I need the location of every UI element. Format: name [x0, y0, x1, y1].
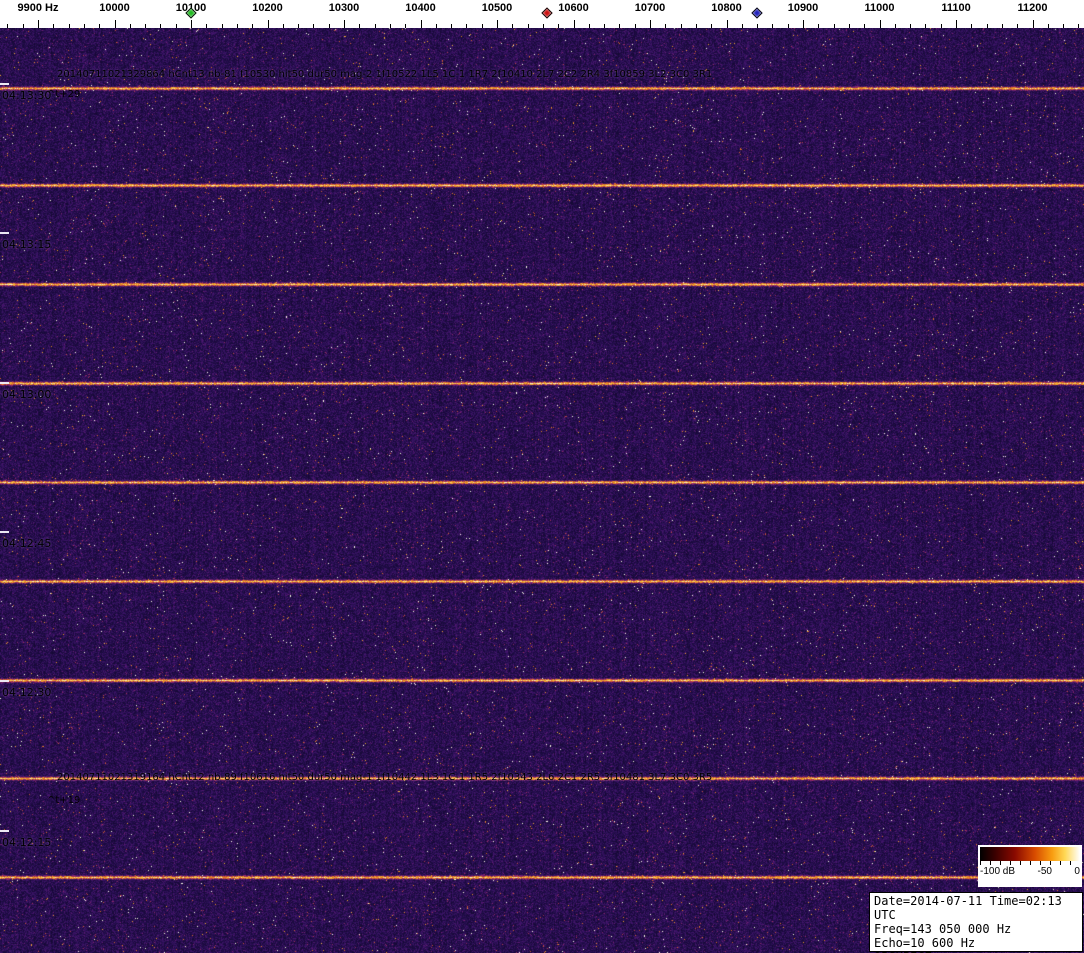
axis-minor-tick [374, 24, 376, 28]
axis-minor-tick [145, 24, 147, 28]
axis-minor-tick [160, 24, 162, 28]
axis-minor-tick [252, 24, 254, 28]
axis-major-tick [956, 20, 957, 28]
axis-minor-tick [512, 24, 514, 28]
axis-tick-label: 10200 [252, 2, 283, 14]
axis-tick-label: 11200 [1017, 2, 1048, 14]
axis-minor-tick [588, 24, 590, 28]
axis-minor-tick [1001, 24, 1003, 28]
axis-minor-tick [359, 24, 361, 28]
axis-major-tick [879, 20, 881, 28]
marker-blue-diamond[interactable] [751, 7, 763, 19]
axis-minor-tick [7, 24, 9, 28]
spectrogram-canvas [0, 28, 1084, 953]
axis-minor-tick [741, 24, 743, 28]
frequency-axis: 9900 Hz100001010010200103001040010500106… [0, 0, 1084, 28]
axis-minor-tick [787, 24, 789, 28]
axis-major-tick [803, 20, 804, 28]
axis-major-tick [267, 20, 269, 28]
axis-minor-tick [848, 24, 850, 28]
axis-minor-tick [910, 24, 912, 28]
axis-minor-tick [68, 24, 70, 28]
axis-minor-tick [542, 24, 544, 28]
axis-minor-tick [405, 24, 407, 28]
axis-minor-tick [665, 24, 667, 28]
axis-minor-tick [757, 24, 759, 28]
axis-minor-tick [894, 24, 896, 28]
axis-minor-tick [175, 24, 177, 28]
axis-minor-tick [129, 24, 131, 28]
axis-minor-tick [925, 24, 927, 28]
axis-minor-tick [236, 24, 238, 28]
axis-minor-tick [313, 24, 315, 28]
axis-minor-tick [451, 24, 453, 28]
axis-minor-tick [328, 24, 330, 28]
axis-minor-tick [53, 24, 55, 28]
axis-minor-tick [833, 24, 835, 28]
axis-tick-label: 11100 [941, 2, 971, 14]
axis-minor-tick [772, 24, 774, 28]
axis-minor-tick [986, 24, 988, 28]
axis-minor-tick [711, 24, 713, 28]
axis-minor-tick [435, 24, 437, 28]
axis-tick-label: 9900 Hz [17, 2, 59, 14]
axis-minor-tick [466, 24, 468, 28]
axis-tick-label: 10900 [787, 2, 819, 14]
axis-minor-tick [558, 24, 560, 28]
axis-tick-label: 10400 [405, 2, 436, 14]
axis-minor-tick [619, 24, 621, 28]
axis-minor-tick [99, 24, 101, 28]
axis-major-tick [114, 20, 116, 28]
axis-major-tick [191, 20, 192, 28]
axis-tick-label: 10000 [99, 2, 130, 14]
axis-tick-label: 10300 [328, 2, 360, 14]
axis-major-tick [650, 20, 651, 28]
spectrogram-app: 9900 Hz100001010010200103001040010500106… [0, 0, 1084, 953]
axis-minor-tick [481, 24, 483, 28]
axis-major-tick [420, 20, 422, 28]
axis-major-tick [344, 20, 345, 28]
axis-major-tick [573, 20, 575, 28]
axis-minor-tick [971, 24, 973, 28]
marker-red-diamond[interactable] [541, 7, 553, 19]
axis-minor-tick [634, 24, 636, 28]
axis-tick-label: 11000 [864, 2, 895, 14]
axis-minor-tick [695, 24, 697, 28]
axis-minor-tick [1017, 24, 1019, 28]
axis-minor-tick [1063, 24, 1065, 28]
axis-minor-tick [83, 24, 85, 28]
axis-minor-tick [206, 24, 208, 28]
axis-minor-tick [282, 24, 284, 28]
axis-minor-tick [604, 24, 606, 28]
axis-tick-label: 10600 [558, 2, 589, 14]
axis-minor-tick [940, 24, 942, 28]
axis-minor-tick [680, 24, 682, 28]
axis-minor-tick [1078, 24, 1080, 28]
axis-minor-tick [1047, 24, 1049, 28]
axis-minor-tick [818, 24, 820, 28]
axis-tick-label: 10500 [481, 2, 513, 14]
axis-tick-label: 10700 [634, 2, 666, 14]
axis-minor-tick [864, 24, 866, 28]
axis-tick-label: 10800 [711, 2, 742, 14]
axis-major-tick [38, 20, 39, 28]
axis-minor-tick [389, 24, 391, 28]
axis-major-tick [497, 20, 498, 28]
axis-minor-tick [22, 24, 24, 28]
axis-minor-tick [298, 24, 300, 28]
axis-major-tick [1032, 20, 1034, 28]
axis-major-tick [726, 20, 728, 28]
axis-minor-tick [527, 24, 529, 28]
axis-minor-tick [221, 24, 223, 28]
